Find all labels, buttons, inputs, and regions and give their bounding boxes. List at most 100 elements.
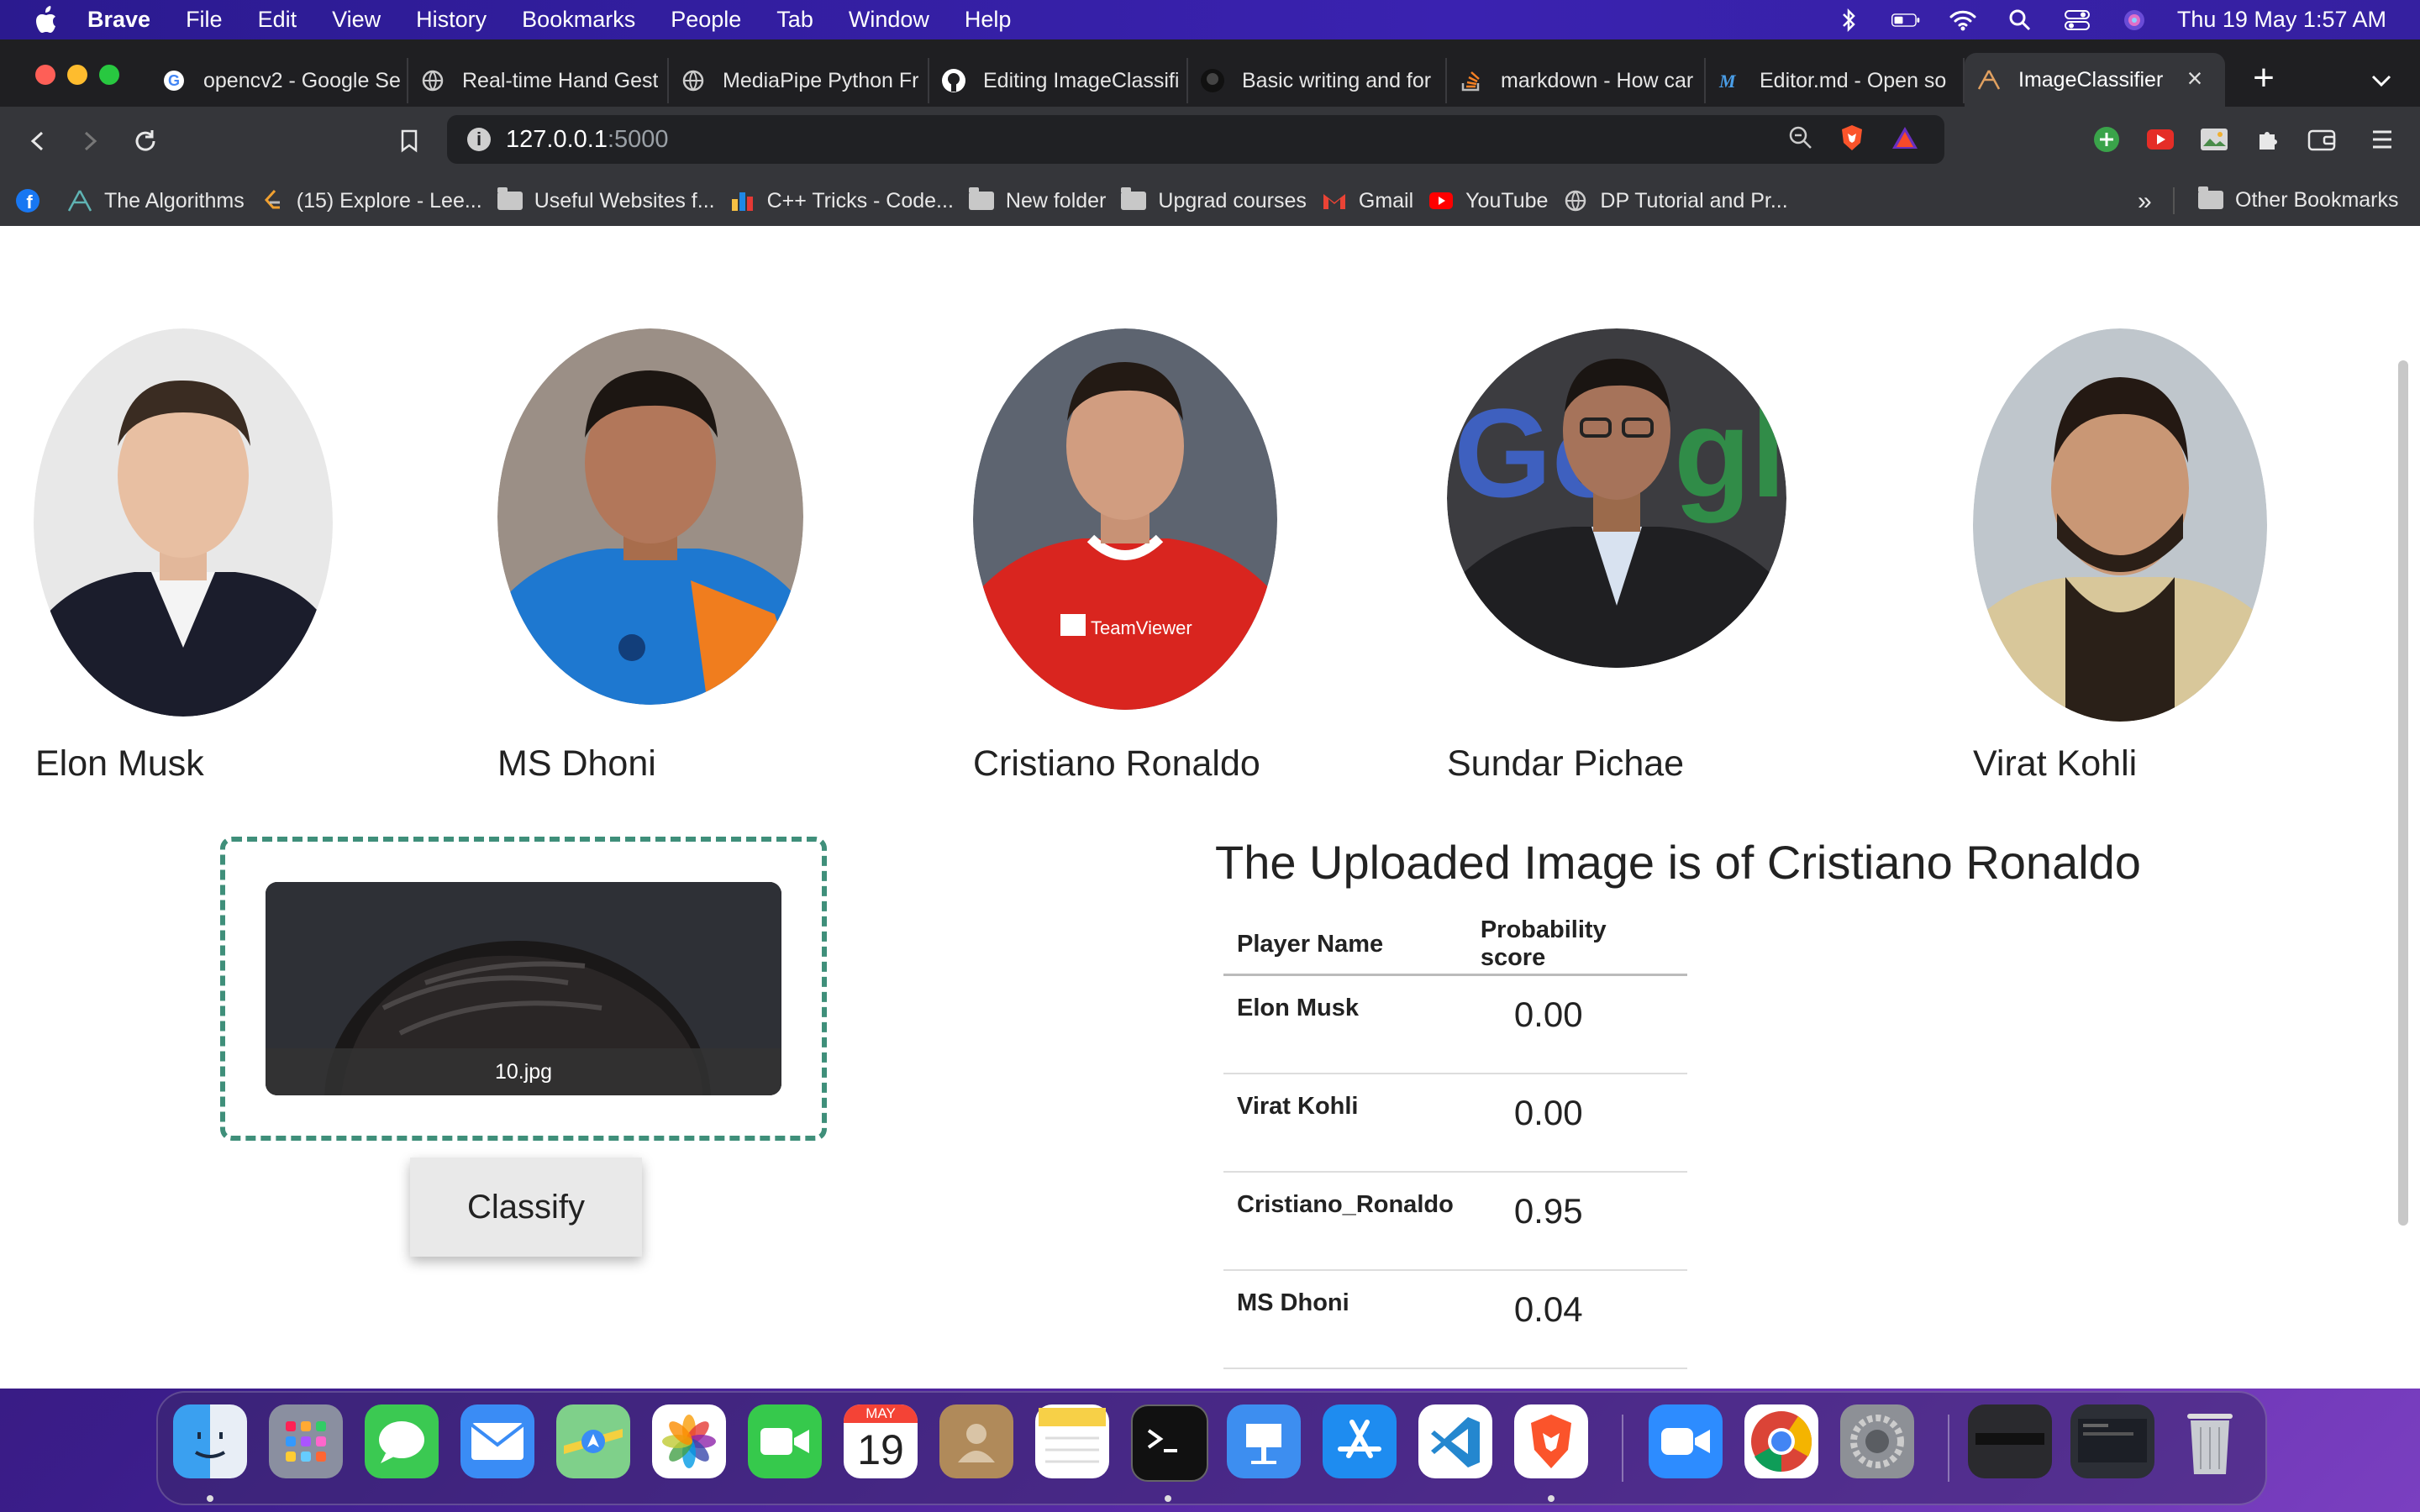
apple-icon[interactable] [32,5,62,35]
brave-rewards-icon[interactable] [1891,125,1919,157]
tab-imageclassifier[interactable]: ImageClassifier × [1965,53,2225,107]
menubar-datetime[interactable]: Thu 19 May 1:57 AM [2177,7,2386,33]
bluetooth-icon[interactable] [1834,8,1863,32]
bookmark-dp-tutorial[interactable]: DP Tutorial and Pr... [1563,188,1788,213]
bookmark-gmail[interactable]: Gmail [1322,188,1413,213]
uploaded-image-preview[interactable]: 10.jpg [266,882,781,1095]
bookmark-new-folder[interactable]: New folder [968,187,1106,213]
tab-editing-imageclassifier[interactable]: Editing ImageClassifi [929,58,1188,103]
close-tab-icon[interactable]: × [2181,65,2208,92]
spotlight-search-icon[interactable] [2006,8,2034,32]
page-content: Elon Musk MS Dhoni TeamViewer Cristiano … [0,226,2420,1389]
bookmarks-overflow-button[interactable]: » [2138,187,2152,216]
mail-icon[interactable] [460,1404,534,1478]
tab-opencv2[interactable]: G opencv2 - Google Se [150,58,408,103]
svg-text:TeamViewer: TeamViewer [1091,617,1192,638]
trash-icon[interactable] [2173,1404,2247,1478]
wifi-icon[interactable] [1949,8,1977,32]
youtube-extension-icon[interactable] [2141,120,2180,159]
bookmark-the-algorithms[interactable]: The Algorithms [67,188,245,213]
battery-icon[interactable] [1891,8,1920,32]
notes-icon[interactable] [1035,1404,1109,1478]
column-header-probability: Probability score [1466,915,1687,976]
bookmark-useful-websites[interactable]: Useful Websites f... [497,187,715,213]
messages-icon[interactable] [365,1404,439,1478]
control-center-icon[interactable] [2063,8,2091,32]
minimized-window-icon[interactable] [2070,1404,2154,1478]
bookmark-leetcode[interactable]: (15) Explore - Lee... [260,188,482,213]
tab-mediapipe[interactable]: MediaPipe Python Fr [669,58,929,103]
zoom-window-button[interactable] [99,65,119,85]
keynote-icon[interactable] [1227,1404,1301,1478]
zoom-icon[interactable] [1788,125,1813,157]
address-bar[interactable]: i 127.0.0.1:5000 [447,115,1944,164]
extension-add-icon[interactable] [2087,120,2126,159]
tab-markdown-stackoverflow[interactable]: markdown - How car [1447,58,1706,103]
image-extension-icon[interactable] [2195,120,2233,159]
tab-hand-gesture[interactable]: Real-time Hand Gest [408,58,669,103]
menu-hamburger-icon[interactable] [2363,120,2402,159]
menu-window[interactable]: Window [849,7,929,33]
bookmark-icon[interactable] [390,122,429,160]
vertical-scrollbar[interactable] [2398,360,2408,1226]
facetime-icon[interactable] [748,1404,822,1478]
folder-icon [1121,187,1147,213]
menu-view[interactable]: View [332,7,381,33]
brave-shields-icon[interactable] [1839,123,1865,159]
bookmark-cpp-tricks[interactable]: C++ Tricks - Code... [730,188,954,213]
table-row: Cristiano_Ronaldo 0.95 [1223,1172,1687,1271]
browser-toolbar: i 127.0.0.1:5000 [0,107,2420,176]
probability-score: 0.00 [1466,974,1687,1074]
extensions-puzzle-icon[interactable] [2249,120,2287,159]
brave-icon[interactable] [1514,1404,1588,1478]
image-dropzone[interactable]: 10.jpg [220,837,827,1141]
terminal-icon[interactable] [1131,1404,1208,1482]
minimized-window-icon[interactable] [1968,1404,2052,1478]
system-preferences-icon[interactable] [1840,1404,1914,1478]
tab-list-chevron-icon[interactable] [2366,65,2396,95]
menu-app-name[interactable]: Brave [87,7,150,33]
bookmark-upgrad-courses[interactable]: Upgrad courses [1121,187,1307,213]
classify-button[interactable]: Classify [410,1158,642,1257]
calendar-icon[interactable]: MAY 19 [844,1404,918,1478]
menu-tab[interactable]: Tab [776,7,813,33]
menu-history[interactable]: History [416,7,487,33]
forward-button[interactable] [71,122,109,160]
vscode-icon[interactable] [1418,1404,1492,1478]
bookmark-facebook[interactable]: f [15,188,52,213]
new-tab-button[interactable]: + [2245,60,2282,98]
reload-button[interactable] [126,122,165,160]
site-info-icon[interactable]: i [467,128,491,151]
zoom-app-icon[interactable] [1649,1404,1723,1478]
celebrity-photo-sundar-pichae: Go gl [1447,328,1786,668]
menu-edit[interactable]: Edit [258,7,297,33]
probability-score: 0.04 [1466,1270,1687,1369]
globe-icon [681,68,706,93]
wallet-icon[interactable] [2302,120,2341,159]
tab-editor-md[interactable]: M Editor.md - Open so [1706,58,1965,103]
back-button[interactable] [18,122,57,160]
chrome-icon[interactable] [1744,1404,1818,1478]
launchpad-icon[interactable] [269,1404,343,1478]
tab-basic-writing[interactable]: Basic writing and for [1188,58,1447,103]
minimize-window-button[interactable] [67,65,87,85]
close-window-button[interactable] [35,65,55,85]
celebrity-card-virat-kohli: Virat Kohli [1973,328,2267,784]
menu-help[interactable]: Help [965,7,1012,33]
finder-icon[interactable] [173,1404,247,1478]
celebrity-name: Virat Kohli [1973,743,2138,784]
calendar-month: MAY [844,1404,918,1423]
bookmark-youtube[interactable]: YouTube [1428,188,1548,213]
running-indicator [1165,1495,1171,1502]
photos-icon[interactable] [652,1404,726,1478]
contacts-icon[interactable] [939,1404,1013,1478]
column-header-player-name: Player Name [1223,915,1467,976]
menu-people[interactable]: People [671,7,741,33]
menu-file[interactable]: File [186,7,223,33]
app-store-icon[interactable] [1323,1404,1397,1478]
maps-icon[interactable] [556,1404,630,1478]
address-host: 127.0.0.1 [506,125,608,153]
menu-bookmarks[interactable]: Bookmarks [522,7,635,33]
bookmark-other-bookmarks[interactable]: Other Bookmarks [2198,186,2399,213]
siri-icon[interactable] [2120,8,2149,32]
